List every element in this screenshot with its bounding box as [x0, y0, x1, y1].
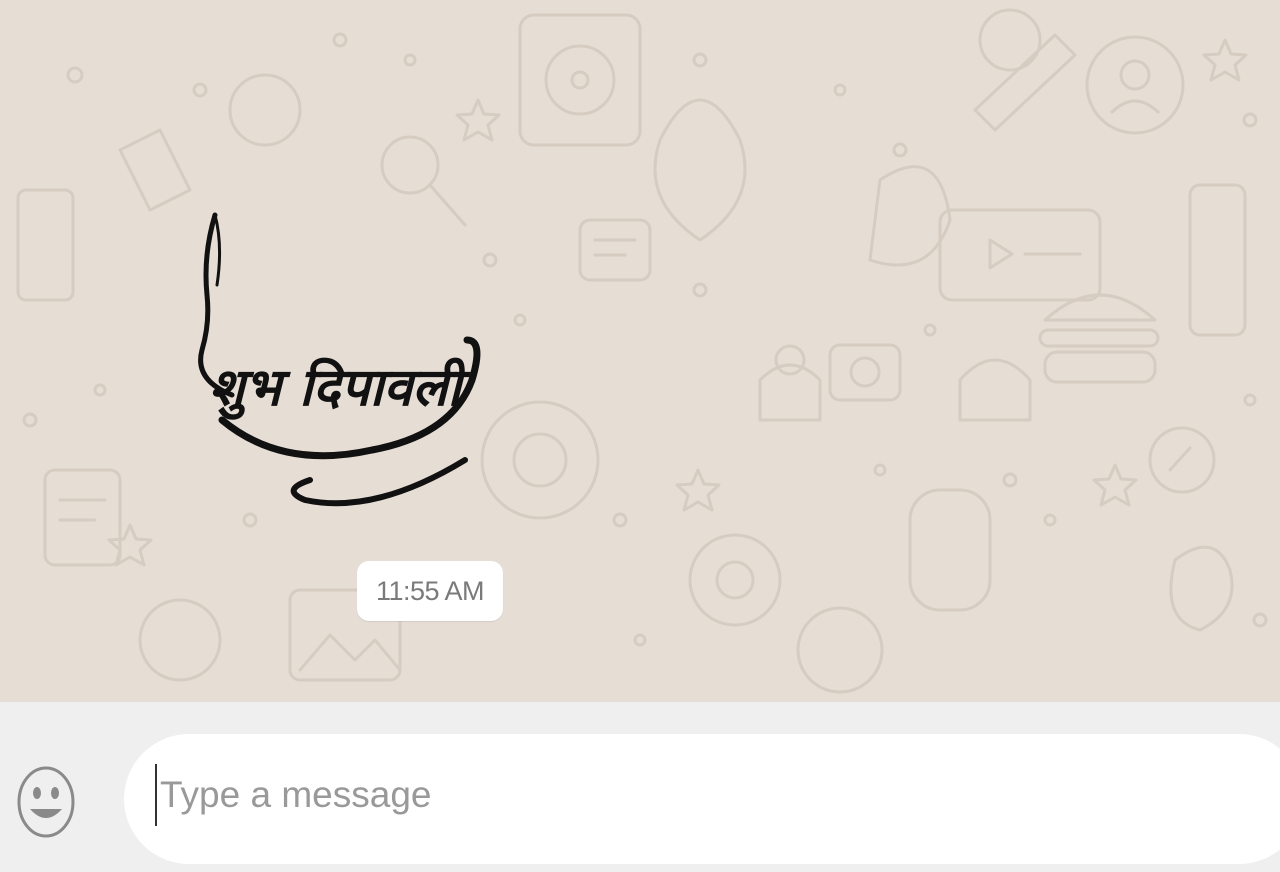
- timestamp: 11:55 AM: [375, 575, 485, 606]
- smiley-icon: [17, 766, 75, 838]
- message-input-box[interactable]: [124, 734, 1280, 864]
- diwali-greeting-sticker[interactable]: शुभ दिपावली: [190, 205, 500, 535]
- timestamp-badge: 11:55 AM: [357, 561, 503, 621]
- sticker-text: शुभ दिपावली: [209, 357, 471, 420]
- message-input[interactable]: [160, 764, 1160, 826]
- emoji-button[interactable]: [15, 764, 77, 840]
- text-caret: [155, 764, 157, 826]
- chat-area[interactable]: शुभ दिपावली 11:55 AM: [0, 0, 1280, 702]
- message-composer: [0, 702, 1280, 872]
